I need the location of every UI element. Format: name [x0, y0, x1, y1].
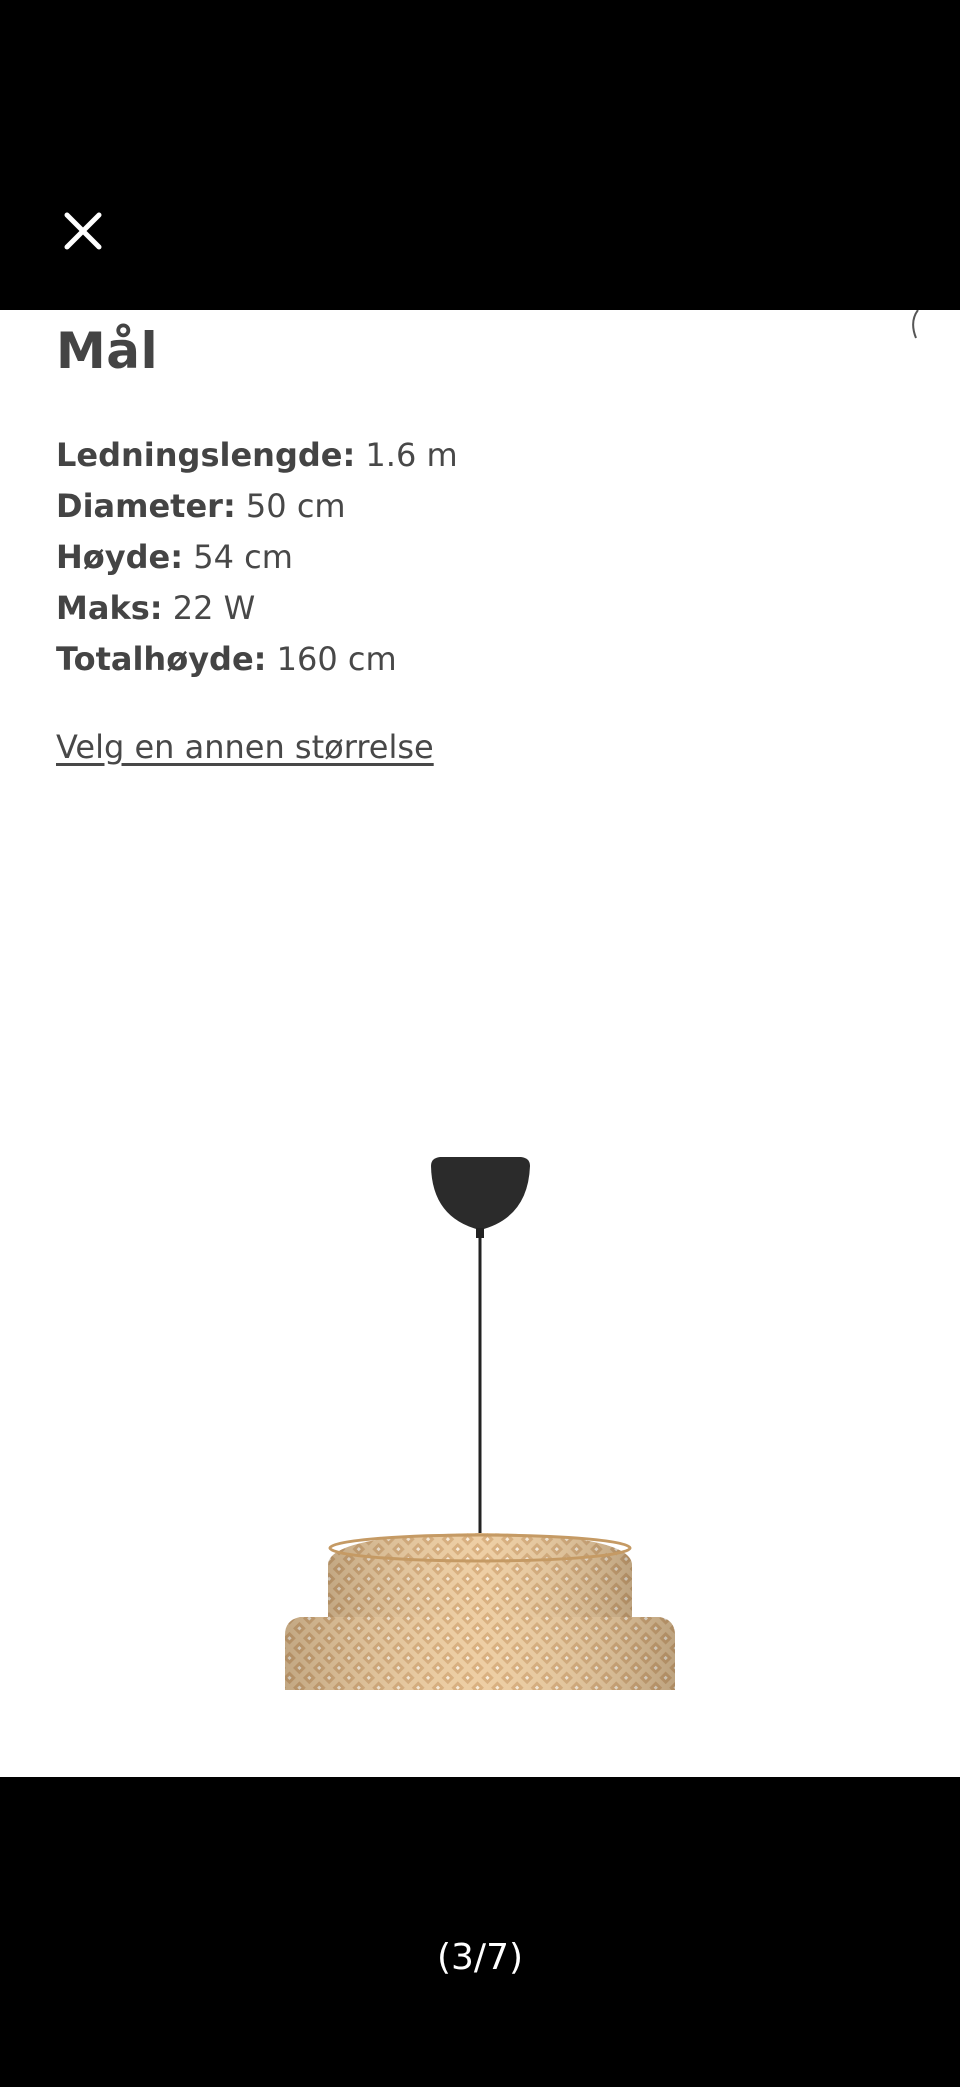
spec-label: Maks: [56, 589, 163, 627]
ceiling-canopy [431, 1157, 530, 1230]
spec-value: 22 W [162, 589, 256, 627]
spec-row-height: Høyde: 54 cm [56, 532, 876, 583]
spec-value: 160 cm [266, 640, 397, 678]
partial-cord-graphic [912, 310, 919, 339]
spec-label: Diameter: [56, 487, 236, 525]
spec-label: Totalhøyde: [56, 640, 267, 678]
image-counter: (3/7) [436, 1937, 524, 1978]
viewer-bottom-bar: (3/7) [0, 1777, 960, 2087]
spec-row-total-height: Totalhøyde: 160 cm [56, 634, 876, 685]
spec-value: 50 cm [235, 487, 346, 525]
close-icon[interactable] [58, 206, 108, 256]
viewer-top-bar [0, 0, 960, 310]
spec-label: Høyde: [56, 538, 184, 576]
spec-row-cord-length: Ledningslengde: 1.6 m [56, 430, 876, 481]
spec-label: Ledningslengde: [56, 436, 356, 474]
dimensions-list: Ledningslengde: 1.6 m Diameter: 50 cm Hø… [56, 430, 876, 685]
spec-value: 54 cm [183, 538, 293, 576]
spec-row-max-wattage: Maks: 22 W [56, 583, 876, 634]
close-button[interactable] [58, 206, 108, 256]
spec-value: 1.6 m [355, 436, 458, 474]
dimensions-heading: Mål [56, 322, 159, 380]
choose-other-size-link[interactable]: Velg en annen størrelse [56, 728, 434, 766]
pendant-lamp-illustration [285, 1157, 675, 1690]
spec-row-diameter: Diameter: 50 cm [56, 481, 876, 532]
product-image[interactable]: Mål Ledningslengde: 1.6 m Diameter: 50 c… [0, 310, 960, 1777]
